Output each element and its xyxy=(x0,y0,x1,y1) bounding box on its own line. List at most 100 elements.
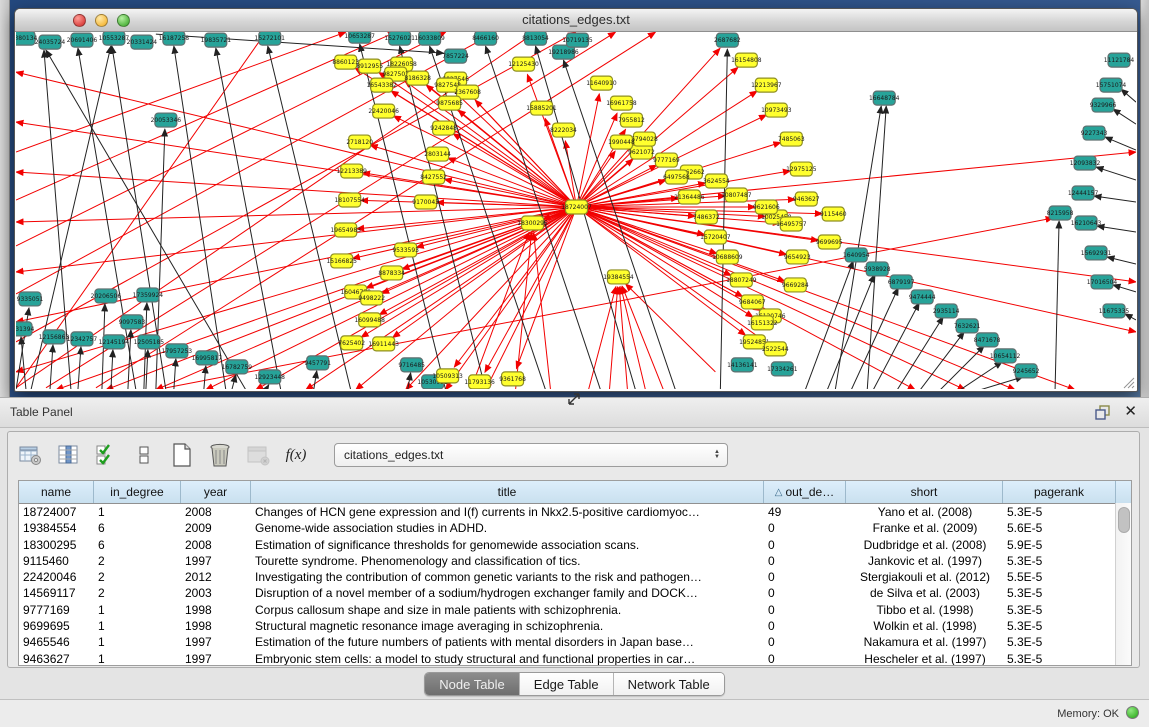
graph-node-15692931[interactable]: 15692931 xyxy=(1081,246,1112,260)
table-cell[interactable]: 2 xyxy=(94,585,181,601)
column-header-name[interactable]: name xyxy=(19,481,94,503)
citation-edge-red[interactable] xyxy=(534,233,551,389)
graph-node-18300295[interactable]: 18300295 xyxy=(517,216,548,230)
citation-edge-black[interactable] xyxy=(360,44,446,389)
graph-node-9669284[interactable]: 9669284 xyxy=(782,278,809,292)
citation-edge-red[interactable] xyxy=(393,207,577,338)
float-panel-icon[interactable] xyxy=(1094,404,1111,421)
column-header-in_degree[interactable]: in_degree xyxy=(94,481,181,503)
table-cell[interactable]: 6 xyxy=(94,537,181,553)
table-cell[interactable]: de Silva et al. (2003) xyxy=(846,585,1003,601)
graph-node-17334261[interactable]: 17334261 xyxy=(767,362,798,376)
table-cell[interactable]: 0 xyxy=(764,634,846,650)
table-cell[interactable]: 5.3E-5 xyxy=(1003,585,1116,601)
graph-node-20331424[interactable]: 20331424 xyxy=(127,35,158,49)
graph-node-6794028[interactable]: 6794028 xyxy=(631,132,658,146)
graph-node-16151322[interactable]: 16151322 xyxy=(747,316,778,330)
citation-edge-black[interactable] xyxy=(897,317,943,389)
graph-node-19384554[interactable]: 19384554 xyxy=(603,270,634,284)
graph-node-16154808[interactable]: 16154808 xyxy=(731,53,762,67)
table-cell[interactable]: Jankovic et al. (1997) xyxy=(846,553,1003,569)
graph-node-19835721[interactable]: 19835721 xyxy=(201,33,232,47)
table-cell[interactable]: 2012 xyxy=(181,569,251,585)
graph-node-9245652[interactable]: 9245652 xyxy=(1013,364,1040,378)
graph-node-7955812[interactable]: 7955812 xyxy=(618,113,645,127)
graph-node-2522544[interactable]: 2522544 xyxy=(762,342,789,356)
graph-node-12213389[interactable]: 12213389 xyxy=(336,164,367,178)
graph-node-12342757[interactable]: 12342757 xyxy=(67,332,98,346)
graph-node-9457791[interactable]: 9457791 xyxy=(304,356,331,370)
graph-node-16961758[interactable]: 16961758 xyxy=(606,96,637,110)
table-cell[interactable]: 49 xyxy=(764,504,846,520)
graph-node-6879197[interactable]: 6879197 xyxy=(888,275,915,289)
table-cell[interactable]: 0 xyxy=(764,602,846,618)
graph-node-15276021[interactable]: 15276021 xyxy=(384,32,415,45)
column-header-year[interactable]: year xyxy=(181,481,251,503)
graph-node-10553287[interactable]: 10553287 xyxy=(99,32,130,45)
graph-node-21364486[interactable]: 21364486 xyxy=(674,190,705,204)
graph-node-15166825[interactable]: 15166825 xyxy=(326,254,357,268)
table-cell[interactable]: 5.6E-5 xyxy=(1003,520,1116,536)
table-cell[interactable]: Investigating the contribution of common… xyxy=(251,569,764,585)
graph-node-7632621[interactable]: 7632621 xyxy=(954,319,981,333)
graph-node-8471678[interactable]: 8471678 xyxy=(974,333,1001,347)
table-cell[interactable]: 2003 xyxy=(181,585,251,601)
table-cell[interactable]: 0 xyxy=(764,520,846,536)
table-settings-icon[interactable] xyxy=(16,441,44,469)
citation-edge-black[interactable] xyxy=(867,106,886,389)
table-cell[interactable]: 2009 xyxy=(181,520,251,536)
table-cell[interactable]: 5.3E-5 xyxy=(1003,618,1116,634)
table-cell[interactable]: 5.3E-5 xyxy=(1003,651,1116,666)
citation-edge-red[interactable] xyxy=(448,158,577,207)
graph-node-8878334[interactable]: 8878334 xyxy=(378,266,405,280)
graph-node-9242848[interactable]: 9242848 xyxy=(430,121,457,135)
graph-node-12505185[interactable]: 12505185 xyxy=(134,335,165,349)
citation-edge-red[interactable] xyxy=(16,207,576,322)
graph-node-7857224[interactable]: 7857224 xyxy=(442,49,469,63)
table-cell[interactable]: 5.3E-5 xyxy=(1003,553,1116,569)
column-header-title[interactable]: title xyxy=(251,481,764,503)
graph-node-5938928[interactable]: 5938928 xyxy=(864,262,891,276)
graph-node-2687682[interactable]: 2687682 xyxy=(714,33,741,47)
graph-node-2935114[interactable]: 2935114 xyxy=(933,304,960,318)
table-cell[interactable]: Genome-wide association studies in ADHD. xyxy=(251,520,764,536)
table-vertical-scrollbar[interactable] xyxy=(1115,503,1131,665)
table-cell[interactable]: 1 xyxy=(94,618,181,634)
table-cell[interactable]: 9465546 xyxy=(19,634,94,650)
memory-ok-icon[interactable] xyxy=(1126,706,1139,719)
graph-node-16995817[interactable]: 16995817 xyxy=(192,351,223,365)
graph-node-9115460[interactable]: 9115460 xyxy=(820,207,847,221)
citation-edge-black[interactable] xyxy=(1094,196,1136,202)
table-cell[interactable]: Disruption of a novel member of a sodium… xyxy=(251,585,764,601)
graph-node-12156863[interactable]: 12156863 xyxy=(39,330,70,344)
table-cell[interactable]: Estimation of the future numbers of pati… xyxy=(251,634,764,650)
tab-edge-table[interactable]: Edge Table xyxy=(520,673,614,695)
table-cell[interactable]: 0 xyxy=(764,537,846,553)
table-cell[interactable]: 5.3E-5 xyxy=(1003,634,1116,650)
graph-node-7485063[interactable]: 7485063 xyxy=(778,132,805,146)
graph-node-10653287[interactable]: 10653287 xyxy=(344,32,375,43)
table-cell[interactable]: 2008 xyxy=(181,504,251,520)
graph-node-11640910[interactable]: 11640910 xyxy=(586,76,617,90)
network-window[interactable]: citations_edges.txt 18724007938013424035… xyxy=(14,8,1138,392)
table-cell[interactable]: 1 xyxy=(94,634,181,650)
graph-node-9498222[interactable]: 9498222 xyxy=(358,291,385,305)
citation-edge-red[interactable] xyxy=(621,287,646,389)
citation-edge-red[interactable] xyxy=(516,233,532,389)
graph-node-9699695[interactable]: 9699695 xyxy=(816,235,843,249)
table-cell[interactable]: Structural magnetic resonance image aver… xyxy=(251,618,764,634)
table-cell[interactable]: 9777169 xyxy=(19,602,94,618)
graph-node-12975125[interactable]: 12975125 xyxy=(786,162,817,176)
citation-edge-black[interactable] xyxy=(50,345,53,389)
row-height-icon[interactable] xyxy=(130,441,158,469)
graph-node-8215958[interactable]: 8215958 xyxy=(1047,206,1074,220)
citation-edge-red[interactable] xyxy=(576,113,617,207)
citation-edge-red[interactable] xyxy=(456,93,577,207)
table-cell[interactable]: Yano et al. (2008) xyxy=(846,504,1003,520)
table-cell[interactable]: Nakamura et al. (1997) xyxy=(846,634,1003,650)
citation-edge-black[interactable] xyxy=(920,332,964,389)
table-cell[interactable]: 1 xyxy=(94,602,181,618)
table-cell[interactable]: 18300295 xyxy=(19,537,94,553)
table-cell[interactable]: 1997 xyxy=(181,651,251,666)
table-cell[interactable]: 22420046 xyxy=(19,569,94,585)
